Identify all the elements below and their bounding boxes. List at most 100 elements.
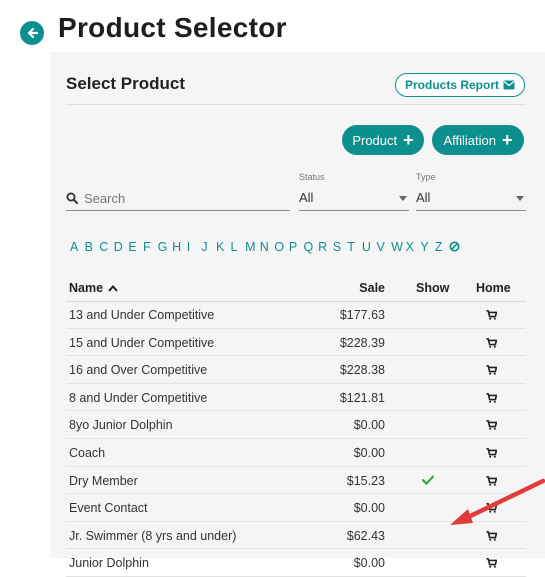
table-header: Name Sale Show Home [66,277,526,302]
home-cart-button[interactable] [486,475,498,489]
alphabet-letter-m[interactable]: M [245,240,260,254]
home-column-header[interactable]: Home [476,281,511,295]
products-report-button[interactable]: Products Report [395,73,525,97]
alphabet-letter-h[interactable]: H [172,240,187,254]
alphabet-letter-j[interactable]: J [201,240,216,254]
product-name: Coach [69,445,106,460]
sale-column-header[interactable]: Sale [359,281,385,295]
alphabet-letter-q[interactable]: Q [304,240,319,254]
add-product-button[interactable]: Product + [342,125,424,155]
product-table-body: 13 and Under Competitive $177.63 15 and Un… [66,301,526,577]
table-row[interactable]: Coach $0.00 [66,439,526,467]
name-column-header[interactable]: Name [69,281,118,295]
plus-icon: + [403,130,414,150]
show-indicator [421,474,435,488]
home-cart-button[interactable] [486,557,498,571]
home-cart-button[interactable] [486,502,498,516]
product-sale-price: $0.00 [353,556,385,571]
show-column-header[interactable]: Show [416,281,449,295]
alphabet-letter-l[interactable]: L [231,240,246,254]
product-sale-price: $0.00 [353,418,385,433]
add-affiliation-label: Affiliation [443,132,496,148]
status-select[interactable]: Status All [299,170,409,211]
home-cart-button[interactable] [486,447,498,461]
alphabet-letter-n[interactable]: N [260,240,275,254]
alphabet-letter-s[interactable]: S [333,240,348,254]
alphabet-letter-e[interactable]: E [128,240,143,254]
alphabet-letter-u[interactable]: U [362,240,377,254]
cart-icon [486,310,498,320]
back-button[interactable] [20,21,44,45]
alphabet-letter-v[interactable]: V [376,240,391,254]
alphabet-letter-o[interactable]: O [274,240,289,254]
product-sale-price: $228.38 [339,363,385,378]
product-name: 16 and Over Competitive [69,363,208,378]
search-field [66,186,290,211]
sort-ascending-icon [108,284,118,292]
table-row[interactable]: 13 and Under Competitive $177.63 [66,301,526,329]
alphabet-letter-t[interactable]: T [347,240,362,254]
check-icon [421,475,435,485]
table-row[interactable]: Dry Member $15.23 [66,467,526,495]
table-row[interactable]: 15 and Under Competitive $228.39 [66,329,526,357]
home-cart-button[interactable] [486,337,498,351]
product-name: Dry Member [69,473,138,488]
alphabet-letter-r[interactable]: R [318,240,333,254]
add-affiliation-button[interactable]: Affiliation + [432,125,524,155]
cart-icon [486,337,498,348]
alphabet-letter-g[interactable]: G [158,240,173,254]
table-row[interactable]: Event Contact $0.00 [66,494,526,522]
product-name: Junior Dolphin [69,556,149,571]
products-report-label: Products Report [404,78,499,92]
section-divider [66,104,526,105]
alphabet-letter-k[interactable]: K [216,240,231,254]
product-name: Event Contact [69,501,148,516]
alphabet-letter-f[interactable]: F [143,240,158,254]
status-label: Status [299,172,325,182]
table-row[interactable]: Junior Dolphin $0.00 [66,549,526,577]
table-row[interactable]: 8yo Junior Dolphin $0.00 [66,411,526,439]
alphabet-letter-i[interactable]: I [187,240,202,254]
product-name: 8 and Under Competitive [69,390,208,405]
table-row[interactable]: 8 and Under Competitive $121.81 [66,384,526,412]
home-cart-button[interactable] [486,392,498,406]
product-sale-price: $121.81 [339,390,385,405]
alphabet-letter-a[interactable]: A [70,240,85,254]
caret-down-icon [516,196,524,201]
alphabet-letter-w[interactable]: W [391,240,406,254]
table-row[interactable]: 16 and Over Competitive $228.38 [66,356,526,384]
status-value: All [299,190,314,205]
product-name: Jr. Swimmer (8 yrs and under) [69,528,237,543]
alphabet-letter-b[interactable]: B [85,240,100,254]
alphabet-letter-z[interactable]: Z [435,240,450,254]
home-cart-button[interactable] [486,530,498,544]
search-input[interactable] [84,190,274,206]
name-column-label: Name [69,281,104,295]
plus-icon: + [502,130,513,150]
cart-icon [486,558,498,569]
product-sale-price: $228.39 [339,335,385,350]
type-value: All [416,190,431,205]
product-name: 15 and Under Competitive [69,335,215,350]
alphabet-letter-d[interactable]: D [114,240,129,254]
caret-down-icon [399,196,407,201]
alphabet-letter-x[interactable]: X [406,240,421,254]
section-title: Select Product [66,74,186,93]
alphabet-letter-p[interactable]: P [289,240,304,254]
clear-filter-icon[interactable] [449,240,464,254]
home-cart-button[interactable] [486,419,498,433]
alphabet-letter-c[interactable]: C [99,240,114,254]
home-cart-button[interactable] [486,309,498,323]
type-select[interactable]: Type All [416,170,526,211]
alphabet-letter-y[interactable]: Y [420,240,435,254]
type-label: Type [416,172,436,182]
cart-icon [486,420,498,431]
product-sale-price: $0.00 [353,445,385,460]
cart-icon [486,392,498,403]
product-sale-price: $15.23 [346,473,385,488]
product-name: 13 and Under Competitive [69,308,215,322]
home-cart-button[interactable] [486,364,498,378]
add-product-label: Product [352,132,398,148]
arrow-left-icon [27,27,38,39]
table-row[interactable]: Jr. Swimmer (8 yrs and under) $62.43 [66,522,526,550]
